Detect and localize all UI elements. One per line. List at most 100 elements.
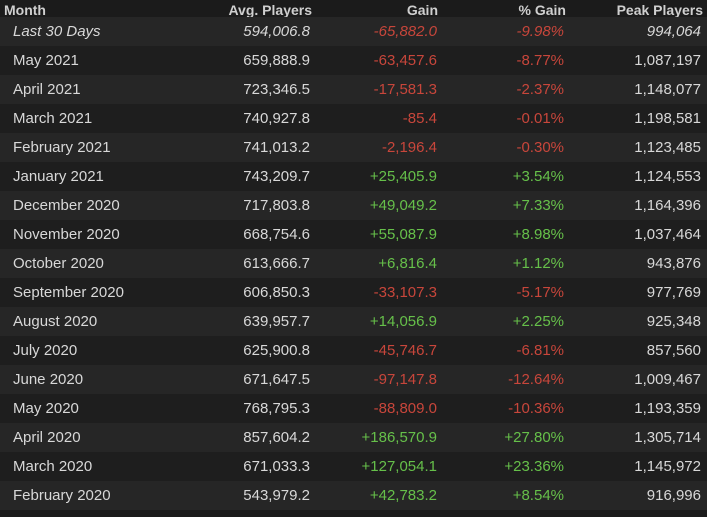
month-cell: April 2021 xyxy=(13,81,81,98)
player-stats-table: Month Avg. Players Gain % Gain Peak Play… xyxy=(0,0,707,510)
peak-players-cell: 1,305,714 xyxy=(634,429,701,446)
gain-cell: +186,570.9 xyxy=(361,429,438,446)
peak-players-cell: 977,769 xyxy=(646,284,701,301)
gain-cell: +127,054.1 xyxy=(361,458,438,475)
peak-players-cell: 1,148,077 xyxy=(634,81,701,98)
table-header: Month Avg. Players Gain % Gain Peak Play… xyxy=(0,0,707,17)
table-row: June 2020 671,647.5 -97,147.8 -12.64% 1,009,… xyxy=(0,365,707,394)
avg-players-cell: 723,346.5 xyxy=(243,81,310,98)
month-cell: December 2020 xyxy=(13,197,120,214)
peak-players-cell: 1,145,972 xyxy=(634,458,701,475)
table-row: November 2020 668,754.6 +55,087.9 +8.98% 1,0… xyxy=(0,220,707,249)
gain-cell: -45,746.7 xyxy=(373,342,437,359)
avg-players-cell: 606,850.3 xyxy=(243,284,310,301)
month-cell: April 2020 xyxy=(13,429,81,446)
peak-players-cell: 1,124,553 xyxy=(634,168,701,185)
header-row: Month Avg. Players Gain % Gain Peak Play… xyxy=(0,0,707,17)
pct-gain-cell: -12.64% xyxy=(508,371,564,388)
table-row: April 2021 723,346.5 -17,581.3 -2.37% 1,148,… xyxy=(0,75,707,104)
month-cell: September 2020 xyxy=(13,284,124,301)
table-row: March 2021 740,927.8 -85.4 -0.01% 1,198,581 xyxy=(0,104,707,133)
pct-gain-cell: -9.98% xyxy=(516,23,564,40)
table-row: May 2020 768,795.3 -88,809.0 -10.36% 1,193,3… xyxy=(0,394,707,423)
gain-cell: +49,049.2 xyxy=(369,197,437,214)
month-cell: August 2020 xyxy=(13,313,98,330)
table-row: May 2021 659,888.9 -63,457.6 -8.77% 1,087,19… xyxy=(0,46,707,75)
pct-gain-cell: +7.33% xyxy=(512,197,564,214)
table-row: April 2020 857,604.2 +186,570.9 +27.80% 1,30… xyxy=(0,423,707,452)
pct-gain-cell: +1.12% xyxy=(512,255,564,272)
gain-cell: -17,581.3 xyxy=(373,81,437,98)
table-body: Last 30 Days 594,006.8 -65,882.0 -9.98% 994,… xyxy=(0,17,707,510)
pct-gain-cell: +2.25% xyxy=(512,313,564,330)
header-gain[interactable]: Gain xyxy=(316,0,442,17)
peak-players-cell: 1,198,581 xyxy=(634,110,701,127)
peak-players-cell: 1,009,467 xyxy=(634,371,701,388)
peak-players-cell: 1,037,464 xyxy=(634,226,701,243)
peak-players-cell: 1,087,197 xyxy=(634,52,701,69)
table-row: September 2020 606,850.3 -33,107.3 -5.17% 97… xyxy=(0,278,707,307)
avg-players-cell: 639,957.7 xyxy=(243,313,310,330)
avg-players-cell: 625,900.8 xyxy=(243,342,310,359)
pct-gain-cell: +3.54% xyxy=(512,168,564,185)
pct-gain-cell: +8.54% xyxy=(512,487,564,504)
table-row: July 2020 625,900.8 -45,746.7 -6.81% 857,560 xyxy=(0,336,707,365)
pct-gain-cell: -8.77% xyxy=(516,52,564,69)
avg-players-cell: 857,604.2 xyxy=(243,429,310,446)
pct-gain-cell: -0.01% xyxy=(516,110,564,127)
table-row: February 2021 741,013.2 -2,196.4 -0.30% 1,12… xyxy=(0,133,707,162)
gain-cell: -65,882.0 xyxy=(373,23,437,40)
header-avg-players[interactable]: Avg. Players xyxy=(190,0,316,17)
avg-players-cell: 741,013.2 xyxy=(243,139,310,156)
gain-cell: +6,816.4 xyxy=(378,255,437,272)
pct-gain-cell: +23.36% xyxy=(504,458,564,475)
gain-cell: -97,147.8 xyxy=(373,371,437,388)
month-cell: Last 30 Days xyxy=(13,23,101,40)
gain-cell: +55,087.9 xyxy=(369,226,437,243)
peak-players-cell: 1,123,485 xyxy=(634,139,701,156)
header-pct-gain[interactable]: % Gain xyxy=(442,0,570,17)
gain-cell: -85.4 xyxy=(402,110,437,127)
month-cell: March 2021 xyxy=(13,110,93,127)
pct-gain-cell: -5.17% xyxy=(516,284,564,301)
pct-gain-cell: -0.30% xyxy=(516,139,564,156)
gain-cell: -88,809.0 xyxy=(373,400,437,417)
avg-players-cell: 717,803.8 xyxy=(243,197,310,214)
gain-cell: -33,107.3 xyxy=(373,284,437,301)
avg-players-cell: 768,795.3 xyxy=(243,400,310,417)
avg-players-cell: 594,006.8 xyxy=(243,23,310,40)
peak-players-cell: 1,164,396 xyxy=(634,197,701,214)
avg-players-cell: 740,927.8 xyxy=(243,110,310,127)
avg-players-cell: 543,979.2 xyxy=(243,487,310,504)
pct-gain-cell: -10.36% xyxy=(508,400,564,417)
pct-gain-cell: -6.81% xyxy=(516,342,564,359)
avg-players-cell: 743,209.7 xyxy=(243,168,310,185)
month-cell: November 2020 xyxy=(13,226,120,243)
header-month[interactable]: Month xyxy=(0,0,190,17)
gain-cell: +25,405.9 xyxy=(369,168,437,185)
gain-cell: +14,056.9 xyxy=(369,313,437,330)
pct-gain-cell: +27.80% xyxy=(504,429,564,446)
table-row: December 2020 717,803.8 +49,049.2 +7.33% 1,1… xyxy=(0,191,707,220)
month-cell: May 2020 xyxy=(13,400,79,417)
peak-players-cell: 916,996 xyxy=(646,487,701,504)
month-cell: February 2021 xyxy=(13,139,111,156)
table-row: February 2020 543,979.2 +42,783.2 +8.54% 916… xyxy=(0,481,707,510)
table-row: January 2021 743,209.7 +25,405.9 +3.54% 1,12… xyxy=(0,162,707,191)
table-row: Last 30 Days 594,006.8 -65,882.0 -9.98% 994,… xyxy=(0,17,707,46)
table-row: August 2020 639,957.7 +14,056.9 +2.25% 925,3… xyxy=(0,307,707,336)
table-row: October 2020 613,666.7 +6,816.4 +1.12% 943,8… xyxy=(0,249,707,278)
avg-players-cell: 671,033.3 xyxy=(243,458,310,475)
header-peak-players[interactable]: Peak Players xyxy=(570,0,707,17)
peak-players-cell: 1,193,359 xyxy=(634,400,701,417)
pct-gain-cell: -2.37% xyxy=(516,81,564,98)
avg-players-cell: 613,666.7 xyxy=(243,255,310,272)
month-cell: October 2020 xyxy=(13,255,104,272)
month-cell: February 2020 xyxy=(13,487,111,504)
avg-players-cell: 671,647.5 xyxy=(243,371,310,388)
avg-players-cell: 668,754.6 xyxy=(243,226,310,243)
gain-cell: -63,457.6 xyxy=(373,52,437,69)
peak-players-cell: 943,876 xyxy=(646,255,701,272)
peak-players-cell: 857,560 xyxy=(646,342,701,359)
peak-players-cell: 925,348 xyxy=(646,313,701,330)
